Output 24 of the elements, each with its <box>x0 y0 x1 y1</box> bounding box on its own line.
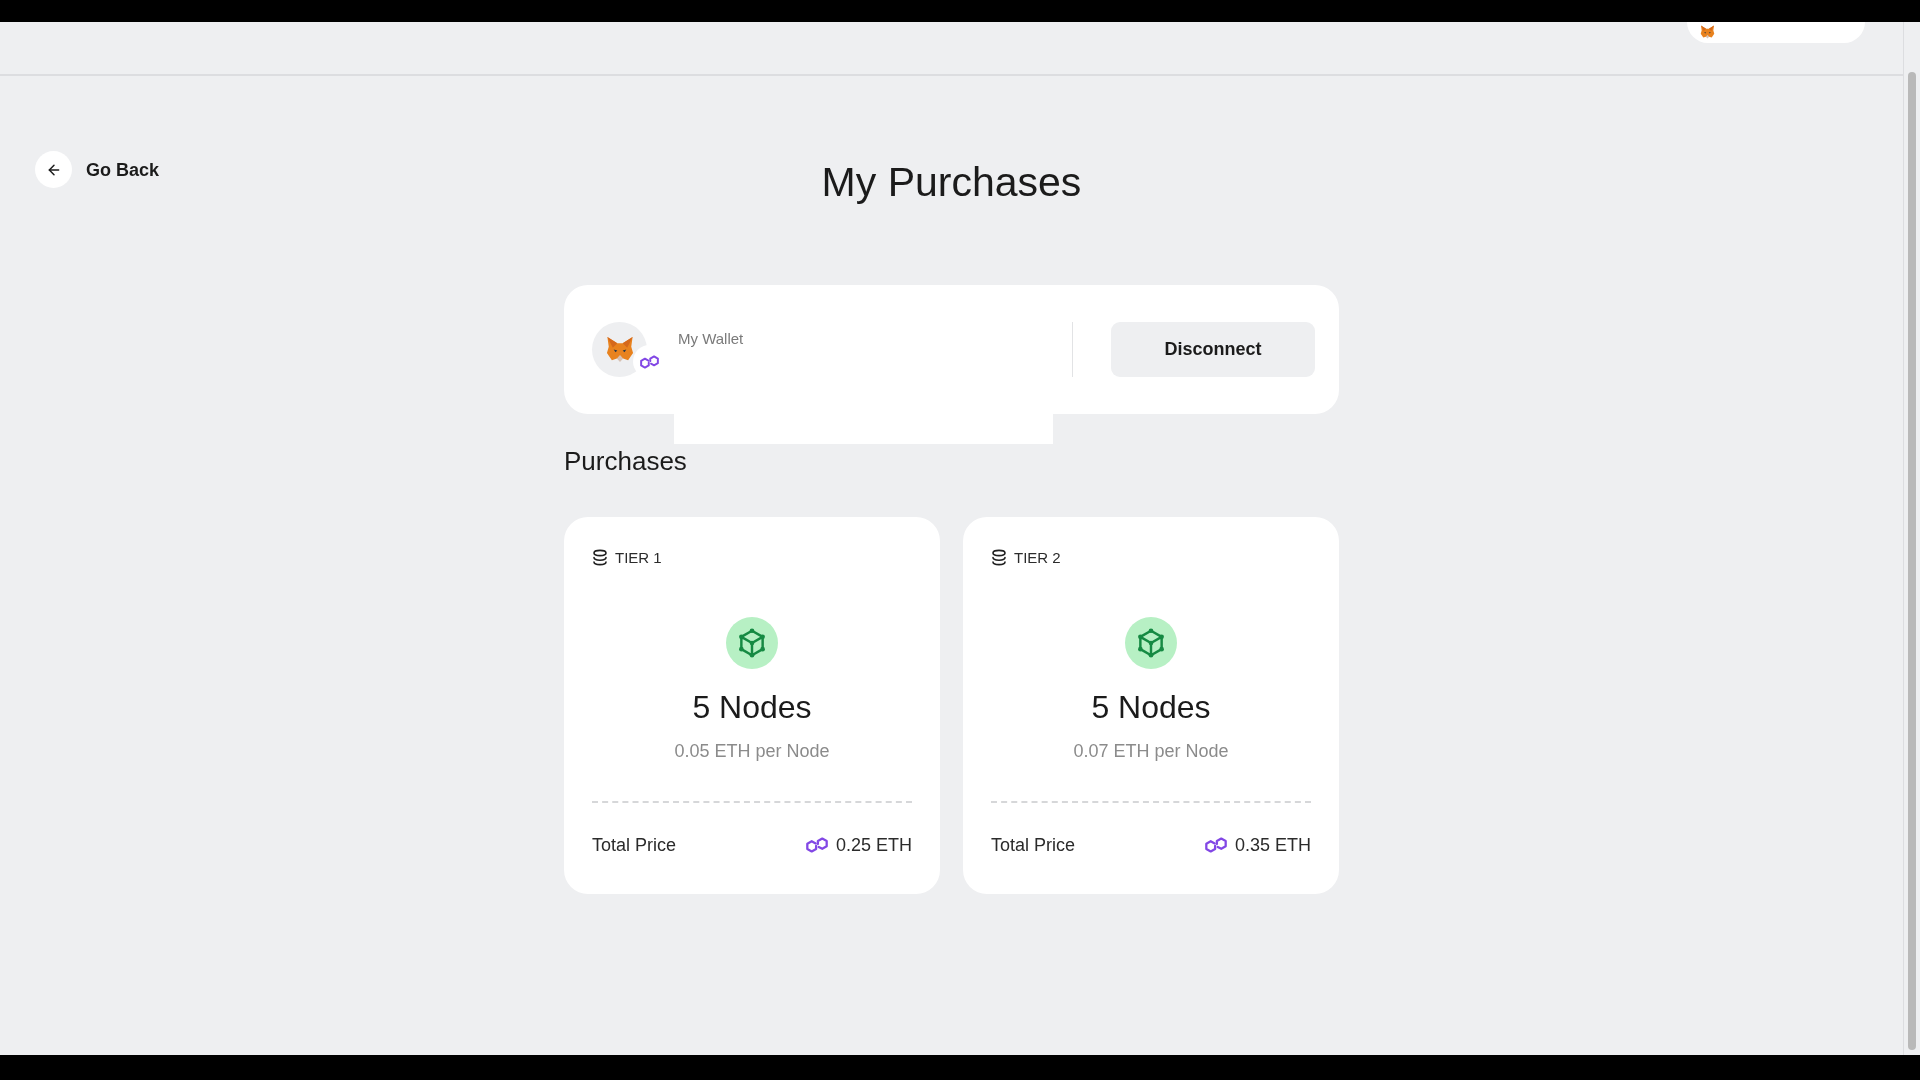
section-heading: Purchases <box>564 445 688 477</box>
total-price-value: 0.25 ETH <box>835 834 912 857</box>
linked-rings-icon <box>805 837 828 853</box>
cube-network-icon <box>1125 617 1177 669</box>
disconnect-button[interactable]: Disconnect <box>1111 322 1315 377</box>
total-price-value: 0.35 ETH <box>1234 834 1311 857</box>
node-count: 5 Nodes <box>1091 688 1211 726</box>
total-price-label: Total Price <box>592 834 677 857</box>
node-count: 5 Nodes <box>692 688 812 726</box>
go-back-button[interactable]: Go Back <box>35 151 160 188</box>
account-button[interactable] <box>1687 22 1865 43</box>
tier-label: TIER 1 <box>615 549 662 567</box>
tier-label: TIER 2 <box>1014 549 1061 567</box>
fox-icon <box>1699 25 1716 39</box>
coin-stack-icon <box>592 549 608 567</box>
linked-rings-icon <box>1204 837 1227 853</box>
scrollbar-thumb[interactable] <box>1908 72 1916 1050</box>
unit-price: 0.07 ETH per Node <box>1073 740 1229 763</box>
wallet-label: My Wallet <box>678 330 744 347</box>
coin-stack-icon <box>991 549 1007 567</box>
total-price-label: Total Price <box>991 834 1076 857</box>
unit-price: 0.05 ETH per Node <box>674 740 830 763</box>
page-title: My Purchases <box>821 158 1082 206</box>
cube-network-icon <box>726 617 778 669</box>
